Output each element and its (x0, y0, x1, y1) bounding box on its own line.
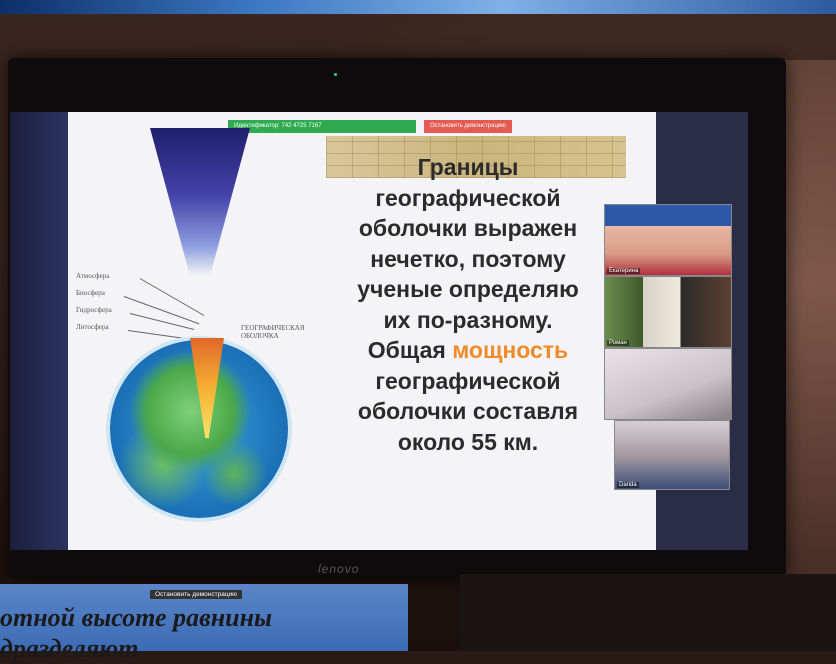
participant-name: Роман (607, 340, 629, 346)
monitor-brand-logo: lenovo (318, 562, 360, 576)
slide-line: географической (375, 367, 561, 394)
slide-line: Границы (417, 154, 519, 180)
participant-name: Darida (617, 482, 639, 488)
layer-label: Литосфера (76, 323, 109, 331)
stop-share-button[interactable]: Остановить демонстрацию (150, 590, 243, 599)
slide-line: нечетко, поэтому (370, 245, 566, 272)
desk-shadow (460, 574, 836, 651)
slide-line-prefix: Общая (367, 337, 453, 363)
participant-video-tile[interactable] (604, 348, 732, 420)
slide-line: географической (375, 184, 561, 211)
second-screen-text: дразделяют (0, 634, 139, 663)
participant-video-tile[interactable]: Екатерина (604, 204, 732, 276)
participant-video-tile[interactable]: Роман (604, 276, 732, 348)
participant-name: Екатерина (607, 268, 641, 274)
stop-share-button[interactable]: Остановить демонстрацию (424, 120, 512, 133)
highlight-word: мощность (452, 337, 569, 363)
webcam-light-icon (334, 73, 337, 76)
zoom-share-toolbar: Идентификатор: 742 4725 7167 Остановить … (228, 120, 512, 133)
slide-line: ученые определяю (357, 276, 579, 302)
slide-line: оболочки составля (357, 398, 579, 424)
slide-line: оболочки выражен (358, 215, 578, 241)
layer-label: Биосфера (76, 289, 105, 297)
slide-line: их по-разному. (383, 306, 553, 333)
participant-video-tile[interactable]: Darida (614, 420, 730, 490)
layer-label: Гидросфера (76, 306, 112, 314)
layer-label: Атмосфера (76, 272, 110, 280)
meeting-id: Идентификатор: 742 4725 7167 (228, 120, 416, 133)
layer-labels: Атмосфера Биосфера Гидросфера Литосфера (76, 272, 112, 340)
slide-line: около 55 км. (397, 428, 539, 455)
slide-line: Общая мощность (320, 335, 616, 366)
screen-left-edge (10, 112, 68, 550)
slide-body-text: Границы географической оболочки выражен … (320, 152, 616, 457)
background-screen-strip (0, 0, 836, 14)
second-screen-text: отной высоте равнины (0, 603, 273, 632)
geographic-envelope-label: Географическая оболочка (241, 324, 305, 340)
